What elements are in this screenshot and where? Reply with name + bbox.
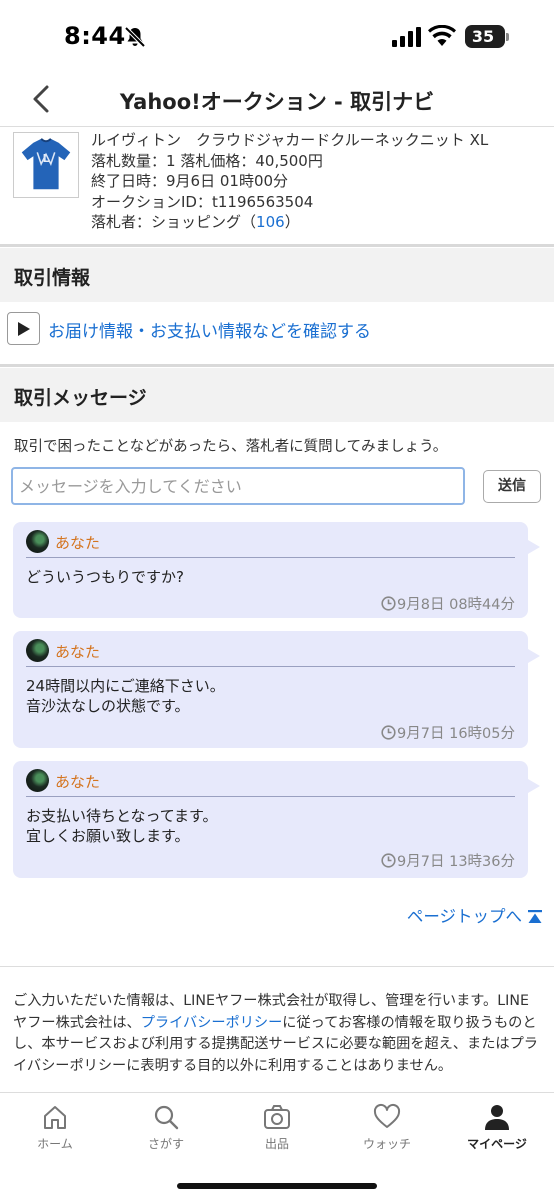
message-input[interactable] <box>11 467 465 505</box>
message-line: 音沙汰なしの状態です。 <box>26 697 190 715</box>
message-line: 24時間以内にご連絡下さい。 <box>26 677 225 695</box>
message-sender: あなた <box>55 534 101 552</box>
tab-mypage[interactable]: マイページ <box>457 1103 537 1152</box>
battery-nub <box>506 33 509 41</box>
message-body: どういうつもりですか? <box>26 567 184 587</box>
item-name[interactable]: ルイヴィトン クラウドジャカードクルーネックニット XL <box>91 130 488 151</box>
divider <box>26 796 515 797</box>
message-line: どういうつもりですか? <box>26 568 184 586</box>
tab-label: 出品 <box>264 1137 289 1151</box>
arrow-to-top-icon <box>528 910 542 923</box>
trade-info-row[interactable]: お届け情報・お支払い情報などを確認する <box>0 305 554 365</box>
bubble-tail <box>528 540 540 554</box>
page-top-label: ページトップへ <box>406 907 522 926</box>
item-qty-price: 落札数量：1 落札価格：40,500円 <box>91 151 323 170</box>
winner-rating-link[interactable]: 106 <box>256 213 285 231</box>
divider <box>0 244 554 247</box>
cellular-signal-icon <box>392 27 421 47</box>
tab-label: ホーム <box>37 1137 73 1151</box>
bubble-tail <box>528 779 540 793</box>
message-line: 宜しくお願い致します。 <box>26 827 190 845</box>
status-bar: 8:44 35 <box>0 0 554 72</box>
privacy-disclaimer: ご入力いただいた情報は、LINEヤフー株式会社が取得し、管理を行います。LINE… <box>0 966 554 1077</box>
item-thumbnail[interactable]: L <box>13 132 79 198</box>
message-timestamp: 9月7日 13時36分 <box>381 850 515 871</box>
tab-search[interactable]: さがす <box>126 1103 206 1152</box>
avatar <box>26 639 49 662</box>
message-timestamp: 9月8日 08時44分 <box>381 593 515 614</box>
message-sender: あなた <box>55 773 101 791</box>
avatar <box>26 530 49 553</box>
message-bubble: あなた 24時間以内にご連絡下さい。 音沙汰なしの状態です。 9月7日 16時0… <box>13 631 540 748</box>
item-auction-id: オークションID：t1196563504 <box>91 192 314 211</box>
play-triangle-icon <box>18 322 30 336</box>
messages-heading: 取引メッセージ <box>0 368 554 422</box>
divider <box>0 364 554 367</box>
item-winner: 落札者：ショッピング（106） <box>91 213 300 232</box>
page-top-link[interactable]: ページトップへ <box>407 903 542 927</box>
tab-watch[interactable]: ウォッチ <box>347 1103 427 1152</box>
clock-icon <box>381 853 396 868</box>
wifi-icon <box>428 25 456 46</box>
bubble-tail <box>528 649 540 663</box>
tab-sell[interactable]: 出品 <box>237 1103 317 1152</box>
tab-label: さがす <box>147 1137 184 1151</box>
message-bubble: あなた お支払い待ちとなってます。 宜しくお願い致します。 9月7日 13時36… <box>13 761 540 878</box>
tab-label: マイページ <box>467 1137 527 1151</box>
divider <box>26 666 515 667</box>
message-sender: あなた <box>55 643 101 661</box>
person-icon <box>485 1105 509 1130</box>
tab-home[interactable]: ホーム <box>15 1103 95 1152</box>
avatar <box>26 769 49 792</box>
trade-info-title: 取引情報 <box>14 267 91 289</box>
trade-info-link[interactable]: お届け情報・お支払い情報などを確認する <box>48 317 371 342</box>
clock-icon <box>381 596 396 611</box>
tab-label: ウォッチ <box>362 1137 411 1151</box>
message-body: 24時間以内にご連絡下さい。 音沙汰なしの状態です。 <box>26 676 225 716</box>
battery-level: 35 <box>471 27 495 46</box>
messages-hint: 取引で困ったことなどがあったら、落札者に質問してみましょう。 <box>14 439 448 455</box>
expand-button[interactable] <box>7 312 40 345</box>
camera-icon <box>264 1105 290 1129</box>
tshirt-image-icon: L <box>21 138 71 190</box>
heart-icon <box>373 1103 401 1128</box>
item-details: ルイヴィトン クラウドジャカードクルーネックニット XL 落札数量：1 落札価格… <box>91 130 488 233</box>
message-line: お支払い待ちとなってます。 <box>26 807 218 825</box>
privacy-policy-link[interactable]: プライバシーポリシー <box>141 1015 283 1031</box>
bell-slash-icon <box>124 26 146 48</box>
home-icon <box>44 1106 66 1129</box>
send-button[interactable]: 送信 <box>483 470 541 503</box>
home-indicator <box>177 1183 377 1189</box>
search-icon <box>154 1105 179 1130</box>
message-body: お支払い待ちとなってます。 宜しくお願い致します。 <box>26 806 218 846</box>
status-time: 8:44 <box>64 22 126 50</box>
divider <box>26 557 515 558</box>
messages-title: 取引メッセージ <box>14 387 147 409</box>
clock-icon <box>381 725 396 740</box>
message-bubble: あなた どういうつもりですか? 9月8日 08時44分 <box>13 522 540 618</box>
message-timestamp: 9月7日 16時05分 <box>381 722 515 743</box>
item-end-time: 終了日時：9月6日 01時00分 <box>91 172 289 191</box>
trade-info-heading: 取引情報 <box>0 248 554 302</box>
item-summary: L ルイヴィトン クラウドジャカードクルーネックニット XL 落札数量：1 落札… <box>0 126 554 244</box>
battery-indicator: 35 <box>465 25 509 48</box>
page-title: Yahoo!オークション - 取引ナビ <box>119 90 435 114</box>
nav-header: Yahoo!オークション - 取引ナビ <box>0 72 554 126</box>
